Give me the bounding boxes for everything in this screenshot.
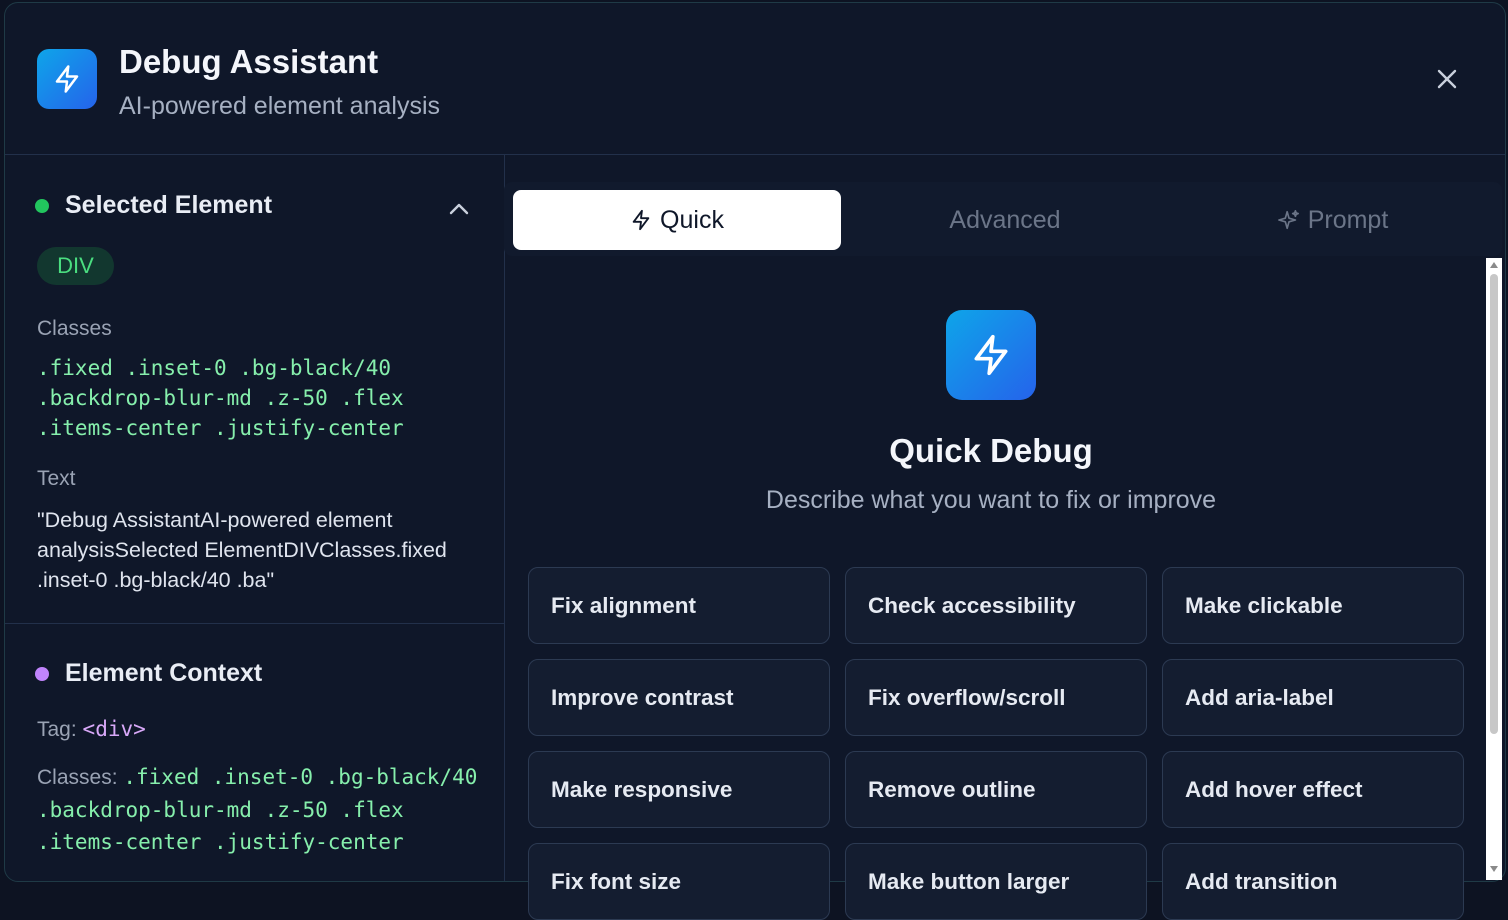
- tab-label: Advanced: [949, 205, 1061, 234]
- close-button[interactable]: [1427, 59, 1467, 99]
- close-icon: [1437, 69, 1457, 89]
- quick-debug-subtitle: Describe what you want to fix or improve: [765, 486, 1217, 514]
- selected-element-header: Selected Element: [35, 191, 272, 220]
- lightning-icon: [632, 209, 650, 231]
- class-line: .backdrop-blur-md .z-50 .flex: [37, 386, 404, 410]
- context-tag-value: <div>: [82, 717, 146, 741]
- chevron-up-icon[interactable]: [445, 195, 473, 223]
- sparkle-icon: [1277, 210, 1299, 230]
- scroll-down-arrow-icon[interactable]: [1490, 866, 1498, 872]
- text-value: "Debug AssistantAI-powered element analy…: [37, 508, 447, 592]
- context-classes-value: .items-center .justify-center: [37, 830, 404, 854]
- element-context-title: Element Context: [65, 659, 263, 687]
- context-classes-value: .backdrop-blur-md .z-50 .flex: [37, 798, 404, 822]
- class-line: .items-center .justify-center: [37, 416, 404, 440]
- modal-subtitle: AI-powered element analysis: [119, 92, 440, 120]
- classes-label: Classes: [37, 317, 112, 340]
- status-dot-icon: [35, 198, 49, 213]
- quick-action-button[interactable]: Fix font size: [528, 843, 830, 920]
- mode-tabs: Quick Advanced Prompt: [504, 182, 1502, 256]
- class-line: .fixed .inset-0 .bg-black/40: [37, 356, 392, 380]
- text-label: Text: [37, 467, 76, 490]
- context-tag-label: Tag:: [37, 718, 77, 741]
- quick-action-button[interactable]: Add aria-label: [1162, 659, 1464, 736]
- tab-label: Prompt: [1307, 205, 1389, 234]
- modal-header: Debug Assistant AI-powered element analy…: [5, 3, 1505, 155]
- quick-action-button[interactable]: Make responsive: [528, 751, 830, 828]
- quick-action-button[interactable]: Check accessibility: [845, 567, 1147, 644]
- quick-actions-grid: Fix alignment Check accessibility Make c…: [524, 565, 1464, 920]
- element-info-panel: Selected Element DIV Classes .fixed .ins…: [5, 155, 505, 881]
- context-classes-label: Classes:: [37, 766, 118, 789]
- quick-action-button[interactable]: Add hover effect: [1162, 751, 1464, 828]
- context-tag-row: Tag: <div>: [37, 713, 497, 746]
- lightning-icon: [37, 49, 97, 109]
- tab-advanced[interactable]: Advanced: [841, 190, 1169, 250]
- tab-label: Quick: [660, 205, 724, 234]
- tab-quick[interactable]: Quick: [513, 190, 841, 250]
- scroll-up-arrow-icon[interactable]: [1490, 262, 1498, 268]
- selected-element-title: Selected Element: [65, 191, 273, 219]
- context-classes-row: Classes: .fixed .inset-0 .bg-black/40 .b…: [37, 761, 497, 858]
- tag-badge: DIV: [37, 247, 114, 285]
- quick-action-button[interactable]: Improve contrast: [528, 659, 830, 736]
- tab-prompt[interactable]: Prompt: [1169, 190, 1497, 250]
- section-divider: [5, 623, 505, 624]
- quick-action-button[interactable]: Remove outline: [845, 751, 1147, 828]
- quick-action-button[interactable]: Fix alignment: [528, 567, 830, 644]
- lightning-icon: [946, 310, 1036, 400]
- quick-debug-title: Quick Debug: [889, 432, 1093, 469]
- scrollbar-thumb[interactable]: [1490, 274, 1498, 734]
- quick-action-button[interactable]: Fix overflow/scroll: [845, 659, 1147, 736]
- classes-list: .fixed .inset-0 .bg-black/40 .backdrop-b…: [37, 353, 477, 443]
- quick-action-button[interactable]: Make button larger: [845, 843, 1147, 920]
- modal-title: Debug Assistant: [119, 43, 379, 80]
- context-classes-value: .fixed .inset-0 .bg-black/40: [123, 765, 478, 789]
- quick-action-button[interactable]: Make clickable: [1162, 567, 1464, 644]
- element-context-header: Element Context: [35, 659, 262, 688]
- quick-action-button[interactable]: Add transition: [1162, 843, 1464, 920]
- status-dot-icon: [35, 666, 49, 681]
